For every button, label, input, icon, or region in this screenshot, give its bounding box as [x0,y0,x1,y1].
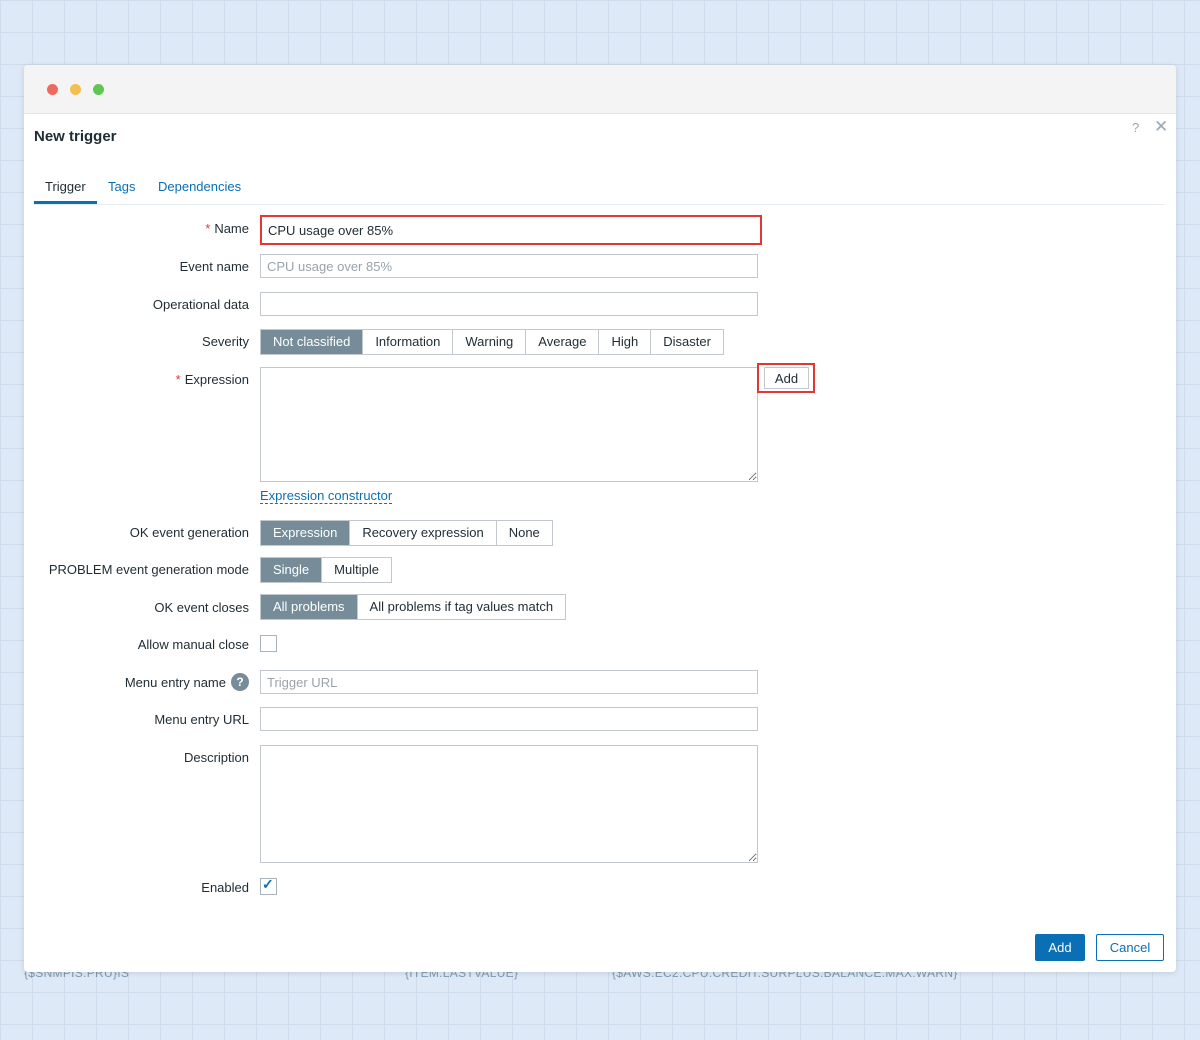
operational-data-input[interactable] [260,292,758,316]
ok-closes-tag-match[interactable]: All problems if tag values match [357,595,566,619]
menu-entry-name-input[interactable] [260,670,758,694]
severity-warning[interactable]: Warning [453,330,527,354]
tab-dependencies[interactable]: Dependencies [158,179,241,194]
description-textarea[interactable] [260,745,758,863]
required-mark: * [205,221,211,236]
add-button[interactable]: Add [1035,934,1085,961]
name-input[interactable] [260,215,762,245]
tab-bar: Trigger Tags Dependencies [34,172,1164,205]
ok-event-generation-selector: Expression Recovery expression None [260,520,553,546]
allow-manual-close-label: Allow manual close [137,637,249,652]
add-expression-highlight: Add [757,363,815,393]
menu-entry-url-label: Menu entry URL [154,712,249,727]
severity-high[interactable]: High [599,330,652,354]
tab-trigger[interactable]: Trigger [45,179,86,194]
ok-closes-all-problems[interactable]: All problems [261,595,358,619]
menu-entry-url-input[interactable] [260,707,758,731]
name-label: * Name [205,221,249,236]
expression-label: * Expression [175,372,249,387]
severity-label: Severity [202,334,249,349]
allow-manual-close-checkbox[interactable] [260,635,277,652]
tab-tags[interactable]: Tags [108,179,135,194]
minimize-window-dot[interactable] [70,84,81,95]
menu-entry-name-label: Menu entry name [124,675,226,690]
severity-disaster[interactable]: Disaster [651,330,723,354]
close-icon[interactable]: ✕ [1154,117,1168,137]
close-window-dot[interactable] [47,84,58,95]
problem-mode-selector: Single Multiple [260,557,392,583]
enabled-checkbox[interactable]: ✓ [260,876,277,895]
problem-mode-label: PROBLEM event generation mode [48,562,249,577]
dialog-window: New trigger ? ✕ Trigger Tags Dependencie… [24,65,1176,972]
ok-event-generation-label: OK event generation [129,525,249,540]
cancel-button[interactable]: Cancel [1096,934,1164,961]
window-titlebar [24,65,1176,114]
severity-not-classified[interactable]: Not classified [261,330,364,354]
problem-mode-multiple[interactable]: Multiple [322,558,391,582]
ok-generation-expression[interactable]: Expression [261,521,351,545]
maximize-window-dot[interactable] [93,84,104,95]
ok-event-closes-label: OK event closes [154,600,249,615]
required-mark: * [175,372,181,387]
operational-data-label: Operational data [152,297,249,312]
dialog-title: New trigger [34,128,117,145]
severity-average[interactable]: Average [526,330,600,354]
add-expression-button[interactable]: Add [764,367,809,389]
problem-mode-single[interactable]: Single [261,558,323,582]
expression-textarea[interactable] [260,367,758,482]
description-label: Description [183,750,249,765]
ok-generation-none[interactable]: None [496,521,552,545]
ok-generation-recovery-expression[interactable]: Recovery expression [350,521,497,545]
event-name-input[interactable] [260,254,758,278]
expression-constructor-link[interactable]: Expression constructor [260,488,393,504]
event-name-label: Event name [179,259,249,274]
help-icon[interactable]: ? [1132,120,1139,135]
ok-event-closes-selector: All problems All problems if tag values … [260,594,567,620]
checkmark-icon: ✓ [262,876,274,892]
active-tab-indicator [34,201,97,204]
enabled-label: Enabled [201,880,249,895]
menu-entry-help-icon[interactable]: ? [231,673,249,691]
severity-information[interactable]: Information [363,330,454,354]
severity-selector: Not classified Information Warning Avera… [260,329,724,355]
